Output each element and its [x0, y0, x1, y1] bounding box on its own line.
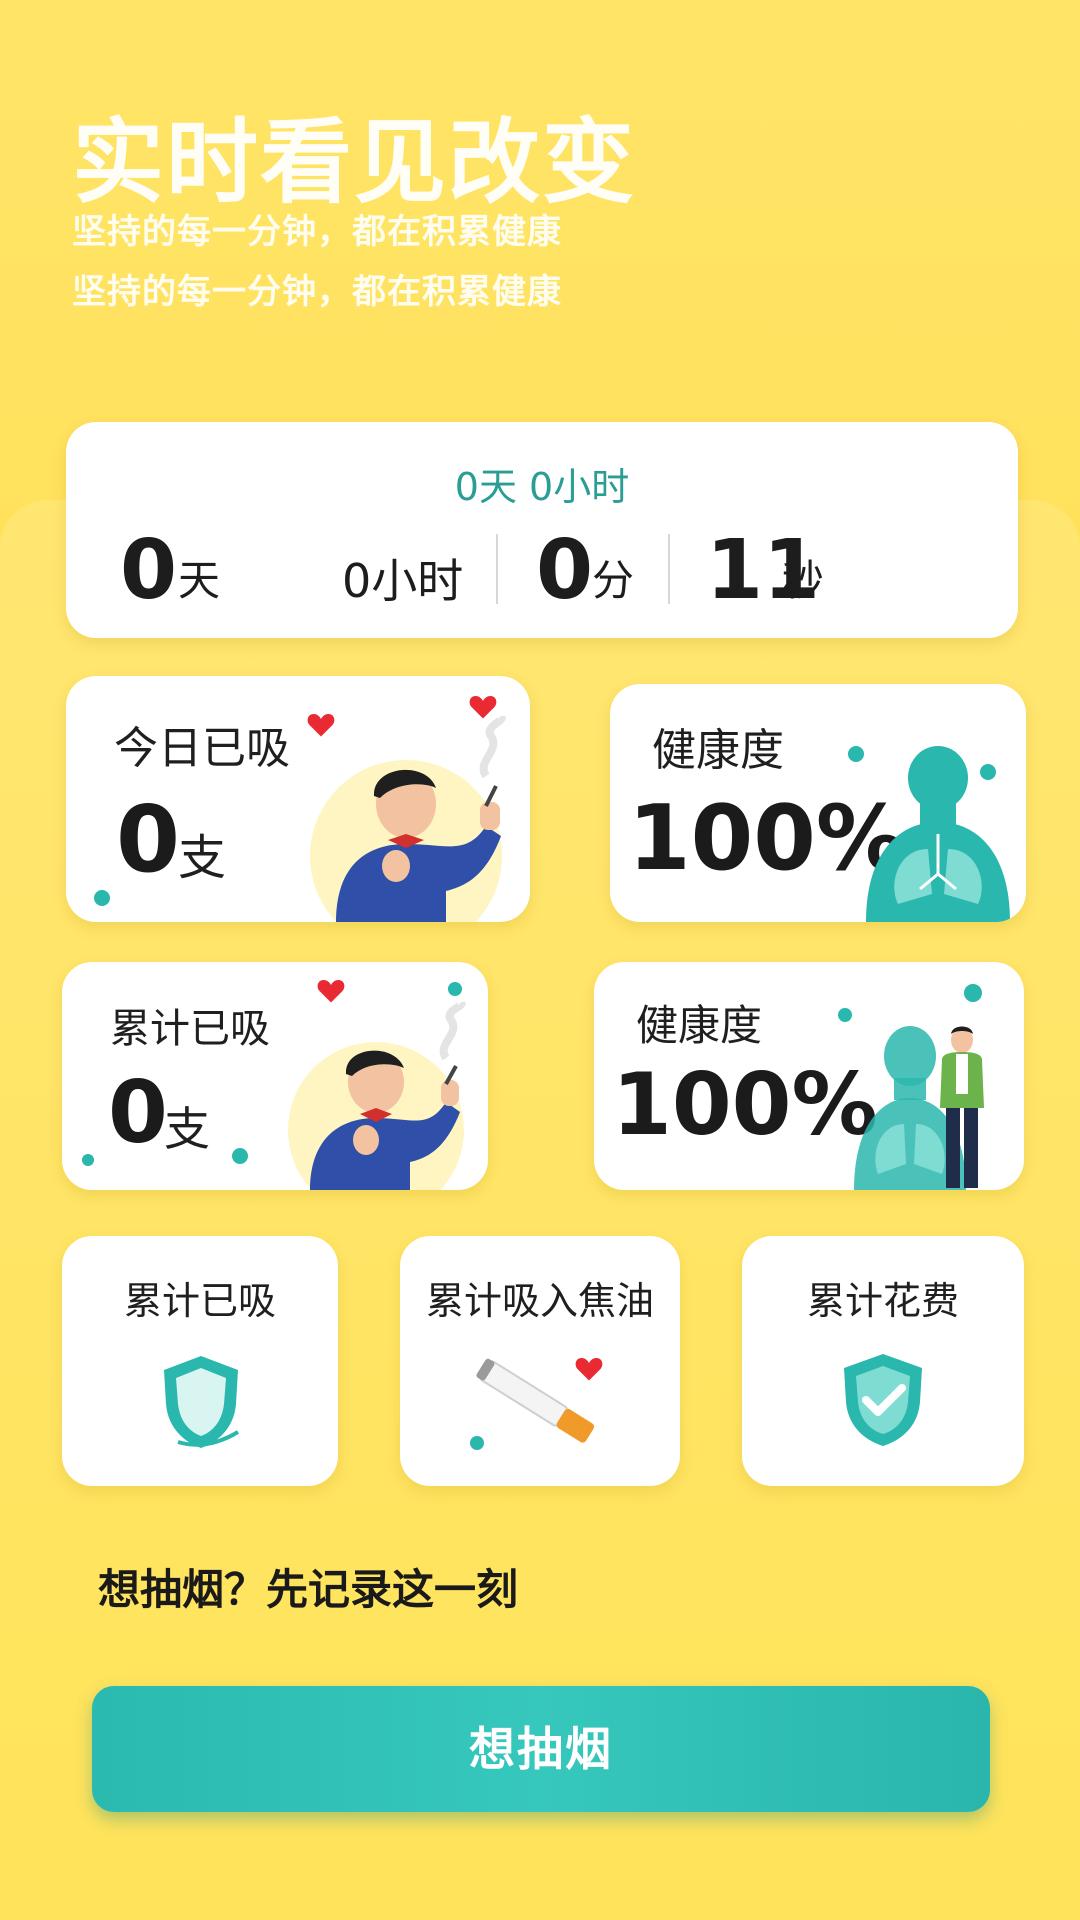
today-smoked-card[interactable]: 今日已吸 0 支: [66, 676, 530, 922]
timer-days-value: 0: [120, 523, 178, 618]
timer-days-unit: 天: [178, 556, 221, 605]
heart-icon: [575, 1358, 603, 1381]
decor-dot: [470, 1436, 484, 1450]
stat-card-total-smoked[interactable]: 累计已吸: [62, 1236, 338, 1486]
timer-divider: [496, 534, 498, 604]
timer-minutes-unit: 分: [592, 556, 635, 605]
timer-minutes-value: 0: [536, 523, 594, 618]
page-title: 实时看见改变: [72, 109, 637, 216]
page-subtitle: 坚持的每一分钟，都在积累健康: [72, 212, 562, 252]
want-to-smoke-button[interactable]: 想抽烟: [92, 1686, 990, 1812]
heart-icon: [317, 980, 345, 1003]
decor-dot: [82, 1154, 94, 1166]
stat-card-spending[interactable]: 累计花费: [742, 1236, 1024, 1486]
decor-dot: [964, 984, 982, 1002]
timer-seconds-unit: 秒: [782, 556, 825, 605]
shield-check-icon: [844, 1354, 922, 1446]
decor-dot: [838, 1008, 852, 1022]
quit-timer-card: 0天 0小时 0 天 0小时 0 分 11 秒: [66, 422, 1018, 638]
total-smoked-label: 累计已吸: [110, 1006, 270, 1052]
smoking-person-illustration: [310, 716, 506, 922]
health-card[interactable]: 健康度 100%: [610, 684, 1026, 922]
smoking-person-illustration: [288, 1002, 466, 1190]
decor-dot: [448, 982, 462, 996]
stat-card-tar[interactable]: 累计吸入焦油: [400, 1236, 680, 1486]
lungs-body-icon: [866, 746, 1010, 922]
health-label: 健康度: [652, 725, 784, 776]
health-card[interactable]: 健康度 100%: [594, 962, 1024, 1190]
total-smoked-value: 0: [108, 1063, 168, 1163]
total-smoked-unit: 支: [164, 1102, 210, 1156]
timer-divider: [668, 534, 670, 604]
total-smoked-card[interactable]: 累计已吸 0 支: [62, 962, 488, 1190]
decor-dot: [232, 1148, 248, 1164]
health-value: 100%: [612, 1055, 878, 1155]
health-label: 健康度: [636, 1001, 763, 1050]
smoking-prompt-text: 想抽烟？先记录这一刻: [98, 1565, 519, 1614]
decor-dot: [94, 890, 110, 906]
stat-card-label: 累计吸入焦油: [425, 1279, 654, 1323]
timer-summary: 0天 0小时: [454, 465, 630, 509]
today-smoked-label: 今日已吸: [114, 723, 290, 774]
standing-man-illustration: [940, 1026, 984, 1188]
stat-card-label: 累计已吸: [123, 1279, 276, 1323]
shield-icon: [164, 1356, 240, 1448]
today-smoked-unit: 支: [178, 830, 227, 886]
timer-hours: 0小时: [342, 554, 464, 608]
today-smoked-value: 0: [116, 786, 181, 893]
stat-card-label: 累计花费: [806, 1279, 959, 1323]
page-subtitle-repeat: 坚持的每一分钟，都在积累健康: [72, 272, 562, 312]
